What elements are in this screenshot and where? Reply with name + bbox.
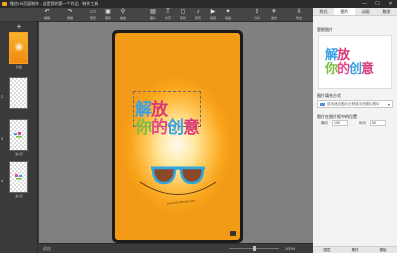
position-y-label: 纵向 bbox=[359, 121, 366, 125]
minimize-button[interactable]: — bbox=[358, 0, 371, 8]
fit-button[interactable]: 适应 bbox=[43, 246, 51, 252]
fill-mode-select[interactable]: 自动适应图片比例显示在图片框中 ▾ bbox=[317, 100, 393, 108]
save-icon: ▣ bbox=[105, 9, 111, 15]
window-title: 微信H5页面制作 - 这是我的第一个作品 · 制作工具 bbox=[10, 1, 99, 6]
position-x-label: 横向 bbox=[321, 121, 328, 125]
preview-icon: ▭ bbox=[90, 9, 96, 15]
toolbar-zoom-button[interactable]: ⚲ 缩放 bbox=[116, 9, 130, 21]
status-bar: 适应 100% bbox=[39, 243, 313, 253]
tab-templates[interactable]: 模板 bbox=[369, 247, 397, 253]
toolbar-save-button[interactable]: ▣ 保存 bbox=[101, 9, 115, 21]
bottom-tabs: 图层 素材 模板 bbox=[313, 246, 397, 253]
tab-image[interactable]: 图片 bbox=[334, 8, 355, 15]
add-page-button[interactable]: + bbox=[14, 22, 24, 31]
toolbar-shape-button[interactable]: ◻ 形状 bbox=[176, 9, 190, 21]
position-x-input[interactable]: 100 bbox=[332, 120, 348, 126]
zoom-slider-handle[interactable] bbox=[253, 246, 256, 251]
shape-icon: ◻ bbox=[180, 9, 186, 15]
toolbar-animation-button[interactable]: ✦ 动画 bbox=[221, 9, 235, 21]
app-logo-icon bbox=[2, 2, 7, 6]
toolbar-video-button[interactable]: ▶ 视频 bbox=[206, 9, 220, 21]
toolbar-export-button[interactable]: ⇩ 导出 bbox=[292, 9, 306, 21]
toolbar-redo-button[interactable]: ↷ 重做 bbox=[63, 9, 77, 21]
toolbar-preview-button[interactable]: ▭ 预览 bbox=[86, 9, 100, 21]
artwork-title-text[interactable]: 解放 你的创意 bbox=[135, 101, 200, 137]
preview-artwork-text: 解放 你的创意 bbox=[325, 47, 374, 76]
window-controls: — ☐ ✕ bbox=[358, 0, 397, 8]
zoom-level: 100% bbox=[285, 246, 296, 251]
thumbnail-art-icon bbox=[15, 174, 22, 180]
share-icon: ⇪ bbox=[254, 9, 260, 15]
toolbar-music-button[interactable]: ♪ 音乐 bbox=[191, 9, 205, 21]
page-caption-3: 第3页 bbox=[15, 152, 23, 156]
page-thumbnail-2[interactable] bbox=[9, 77, 28, 109]
export-icon: ⇩ bbox=[296, 9, 302, 15]
toolbar-share-button[interactable]: ⇪ 分享 bbox=[250, 9, 264, 21]
page-thumbnail-4[interactable] bbox=[9, 161, 28, 193]
music-icon: ♪ bbox=[196, 9, 200, 15]
publish-icon: ✈ bbox=[271, 9, 277, 15]
chevron-down-icon: ▾ bbox=[387, 102, 390, 107]
page-number-3: 3 bbox=[1, 136, 4, 141]
close-button[interactable]: ✕ bbox=[384, 0, 397, 8]
image-icon: ▤ bbox=[150, 9, 156, 15]
properties-panel: 样式 图片 动画 触发 更换图片 解放 你的创意 图片填充方式 自动适应图片比例… bbox=[313, 8, 397, 253]
toolbar-text-button[interactable]: T 文字 bbox=[161, 9, 175, 21]
tab-layers[interactable]: 图层 bbox=[313, 247, 341, 253]
text-icon: T bbox=[166, 9, 170, 15]
editor-canvas[interactable]: 解放 你的创意 www.h5.website.com bbox=[39, 22, 313, 243]
properties-tabs: 样式 图片 动画 触发 bbox=[313, 8, 397, 16]
animation-icon: ✦ bbox=[225, 9, 231, 15]
tab-animation[interactable]: 动画 bbox=[355, 8, 376, 15]
video-icon: ▶ bbox=[210, 9, 216, 15]
title-bar: 微信H5页面制作 - 这是我的第一个作品 · 制作工具 — ☐ ✕ bbox=[0, 0, 397, 8]
change-image-label[interactable]: 更换图片 bbox=[317, 27, 333, 33]
phone-page-frame: 解放 你的创意 www.h5.website.com bbox=[112, 30, 243, 243]
maximize-button[interactable]: ☐ bbox=[371, 0, 384, 8]
fill-mode-label: 图片填充方式 bbox=[317, 93, 341, 98]
thumbnail-art-icon bbox=[14, 132, 22, 138]
page-list-panel: + 封面 2 3 第3页 4 第4页 bbox=[0, 22, 38, 253]
page-number-2: 2 bbox=[1, 94, 4, 99]
tab-style[interactable]: 样式 bbox=[313, 8, 334, 15]
tab-assets[interactable]: 素材 bbox=[341, 247, 369, 253]
page-badge-icon bbox=[230, 231, 236, 236]
toolbar-undo-button[interactable]: ↶ 撤销 bbox=[40, 9, 54, 21]
page-caption-4: 第4页 bbox=[15, 194, 23, 198]
toolbar-image-button[interactable]: ▤ 图片 bbox=[146, 9, 160, 21]
image-preview[interactable]: 解放 你的创意 bbox=[318, 35, 392, 89]
page-background[interactable]: 解放 你的创意 www.h5.website.com bbox=[115, 33, 240, 240]
undo-icon: ↶ bbox=[44, 9, 50, 15]
page-caption-1: 封面 bbox=[15, 65, 22, 69]
page-thumbnail-1[interactable] bbox=[9, 32, 28, 64]
position-y-input[interactable]: 50 bbox=[370, 120, 386, 126]
redo-icon: ↷ bbox=[67, 9, 73, 15]
picture-icon bbox=[320, 103, 325, 106]
toolbar-publish-button[interactable]: ✈ 发布 bbox=[267, 9, 281, 21]
tab-trigger[interactable]: 触发 bbox=[376, 8, 397, 15]
zoom-icon: ⚲ bbox=[120, 9, 126, 15]
page-number-4: 4 bbox=[1, 178, 4, 183]
page-thumbnail-3[interactable] bbox=[9, 119, 28, 151]
